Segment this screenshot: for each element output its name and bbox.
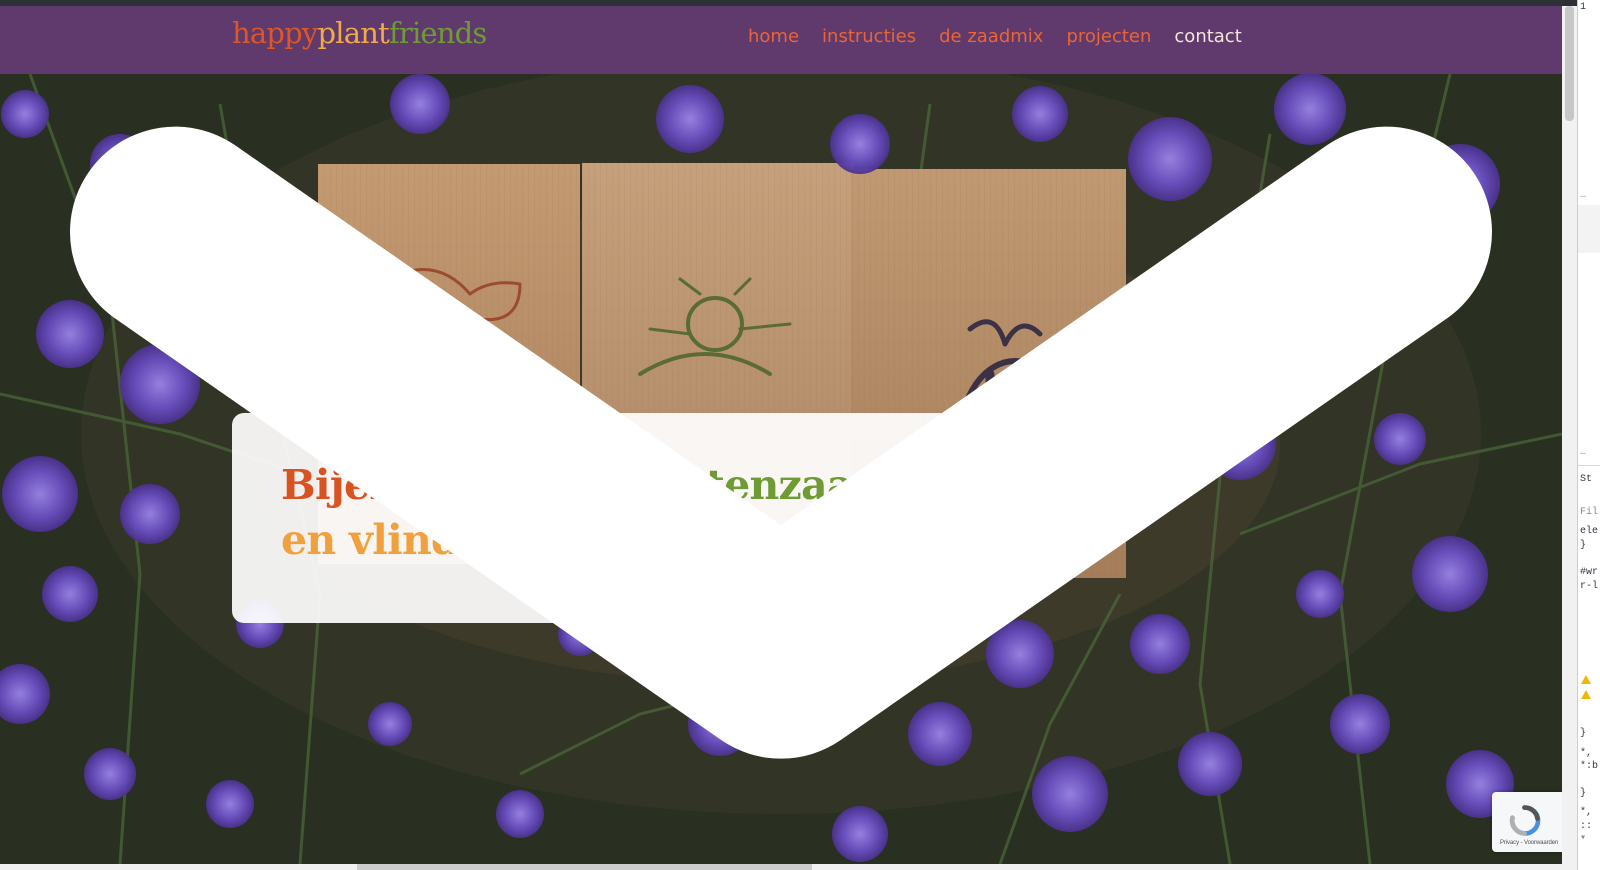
chevron-down-icon[interactable] xyxy=(0,74,1562,864)
browser-viewport: happyplantfriends home instructies de za… xyxy=(0,0,1600,870)
devtools-styles-tab[interactable]: St xyxy=(1580,474,1592,485)
nav-item-contact[interactable]: contact xyxy=(1174,28,1241,46)
page-horizontal-scrollbar[interactable] xyxy=(0,864,1577,870)
website: happyplantfriends home instructies de za… xyxy=(0,6,1562,864)
recaptcha-text[interactable]: Privacy - Voorwaarden xyxy=(1500,840,1558,846)
warning-icon-1 xyxy=(1581,675,1591,684)
devtools-scroll-down-icon[interactable]: ▾ xyxy=(1580,832,1586,844)
nav-item-instructies[interactable]: instructies xyxy=(822,28,916,46)
devtools-line-1: 1 xyxy=(1580,2,1587,13)
devtools-selector-rl: r-l xyxy=(1580,581,1599,592)
devtools-brace-2: } xyxy=(1580,728,1587,739)
devtools-brace-1: } xyxy=(1580,540,1587,551)
devtools-ellipsis-1[interactable]: … xyxy=(1580,190,1586,201)
recaptcha-icon xyxy=(1509,805,1541,836)
page-vertical-scrollbar[interactable] xyxy=(1562,6,1577,864)
devtools-selector-star-2: *, xyxy=(1580,807,1593,818)
main-nav: home instructies de zaadmix projecten co… xyxy=(748,28,1242,46)
vertical-scrollbar-thumb[interactable] xyxy=(1565,6,1574,121)
devtools-selector-wr: #wr xyxy=(1580,567,1599,578)
devtools-selector-colon: :: xyxy=(1580,821,1593,832)
nav-item-de-zaadmix[interactable]: de zaadmix xyxy=(939,28,1043,46)
devtools-separator xyxy=(1578,465,1600,466)
devtools-selector-before: *:b xyxy=(1580,761,1599,772)
devtools-brace-3: } xyxy=(1580,788,1587,799)
nav-item-projecten[interactable]: projecten xyxy=(1066,28,1151,46)
recaptcha-badge[interactable]: Privacy - Voorwaarden xyxy=(1492,792,1562,852)
logo-part-happy: happy xyxy=(232,16,318,50)
site-logo[interactable]: happyplantfriends xyxy=(232,19,487,48)
devtools-filter-input[interactable]: Fil xyxy=(1580,507,1598,518)
horizontal-scrollbar-thumb[interactable] xyxy=(357,864,812,870)
warning-icon-2 xyxy=(1581,690,1591,699)
nav-item-home[interactable]: home xyxy=(748,28,799,46)
devtools-panel-edge: 1 … … St Fil ele } #wr r-l } *, *:b } *,… xyxy=(1577,0,1600,870)
devtools-gray-block xyxy=(1578,205,1600,253)
devtools-ellipsis-2[interactable]: … xyxy=(1580,447,1586,458)
hero-section: Bijenzaadjes, insectenzaadjes en vlinder… xyxy=(0,74,1562,864)
devtools-selector-star: *, xyxy=(1580,748,1593,759)
logo-part-friends: friends xyxy=(388,16,487,50)
devtools-line-element: ele xyxy=(1580,526,1599,537)
logo-part-plant: plant xyxy=(317,16,389,50)
site-header: happyplantfriends home instructies de za… xyxy=(0,6,1562,74)
